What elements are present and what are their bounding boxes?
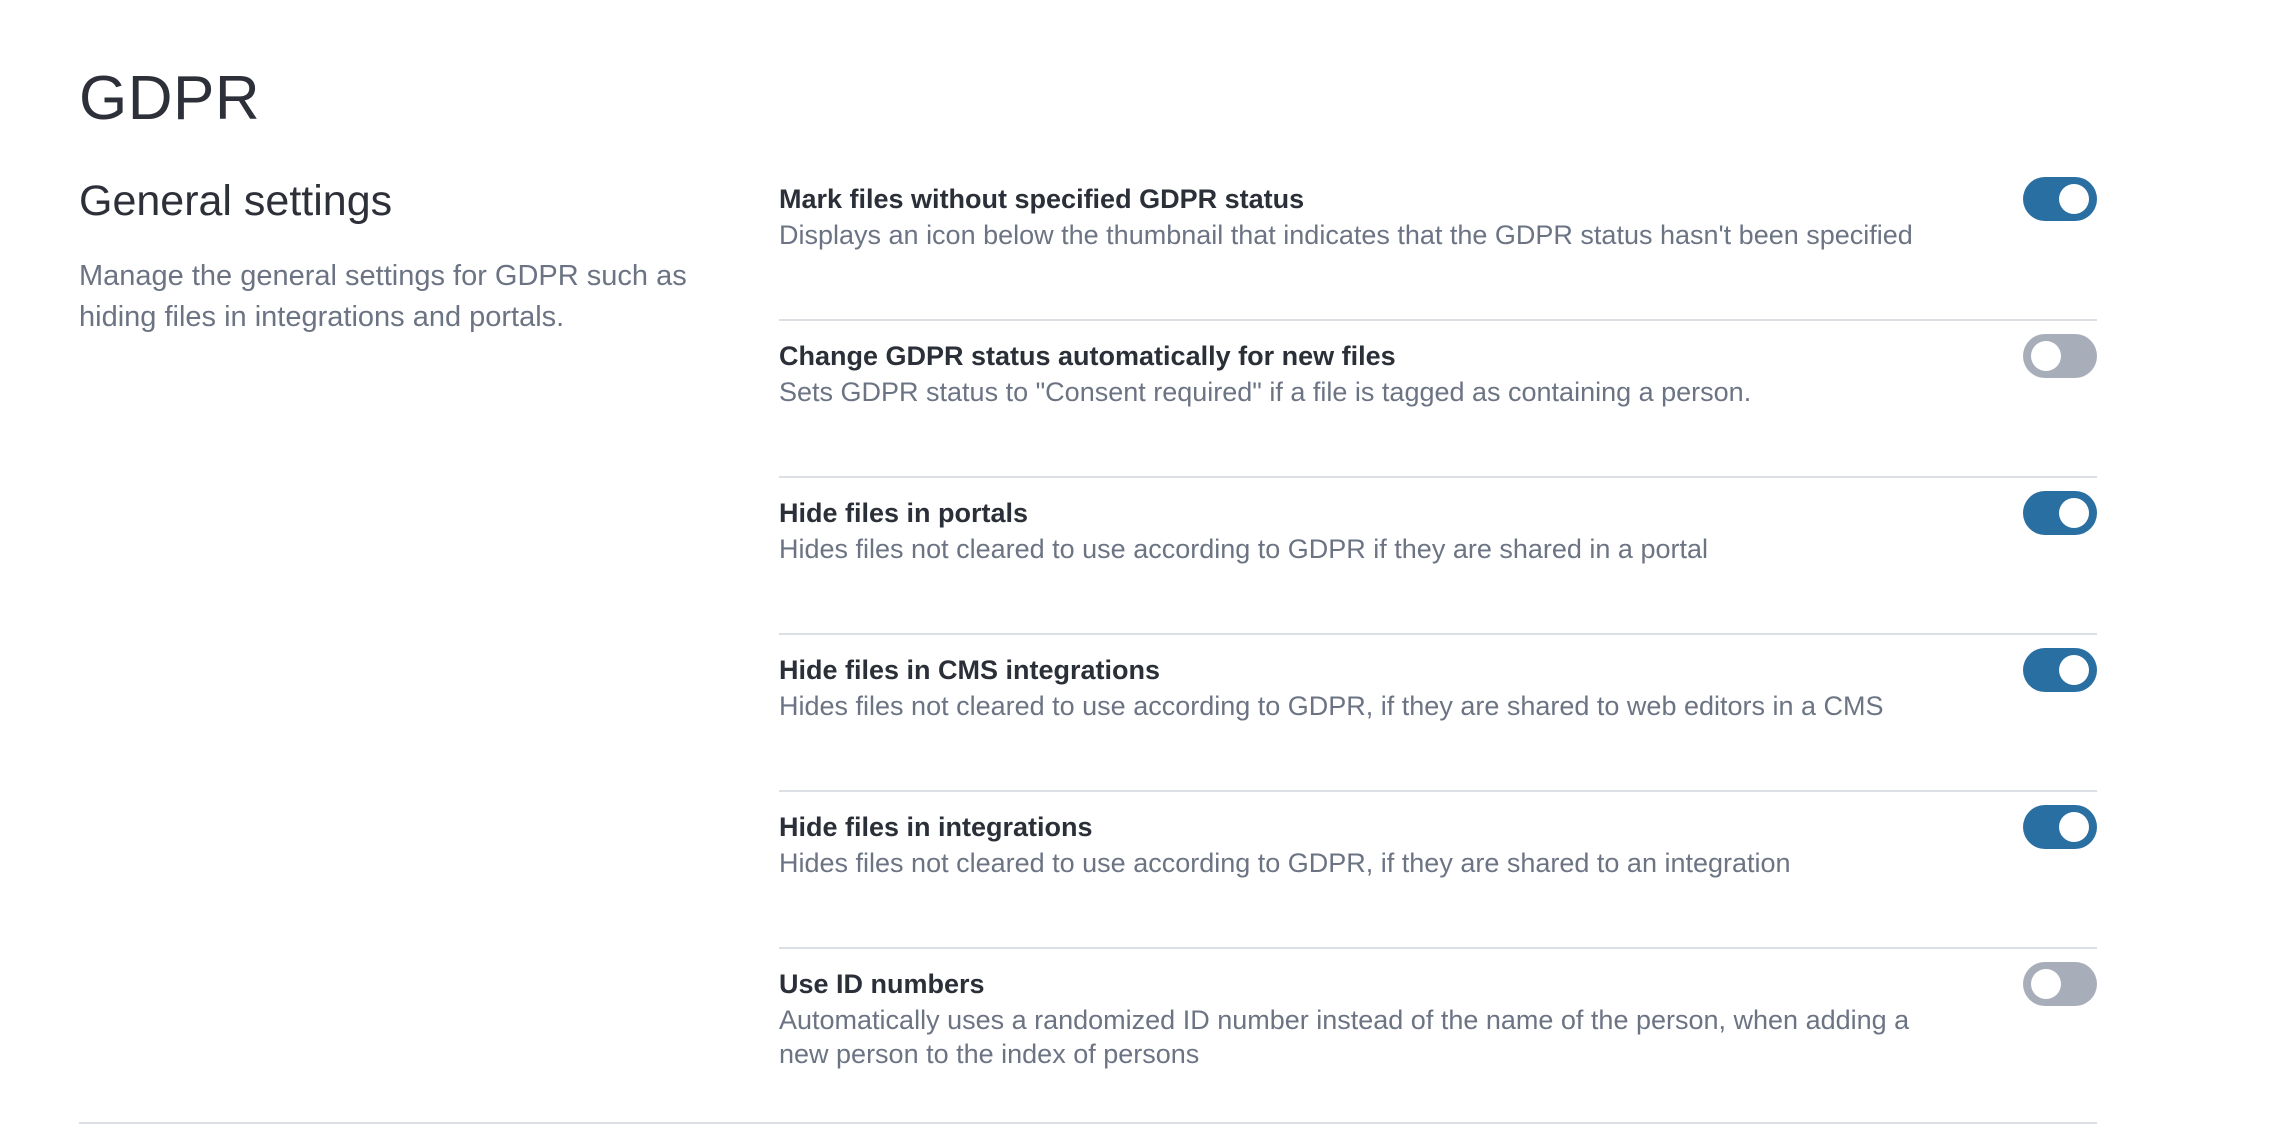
toggle-use-id-numbers[interactable] [2023, 962, 2097, 1006]
page-title: GDPR [79, 64, 261, 133]
toggle-knob [2031, 969, 2061, 999]
section-description: Manage the general settings for GDPR suc… [79, 259, 687, 333]
setting-label: Hide files in CMS integrations [779, 655, 1161, 685]
toggle-knob [2059, 498, 2089, 528]
setting-description: Hides files not cleared to use according… [779, 691, 1884, 721]
setting-description: Displays an icon below the thumbnail tha… [779, 220, 1913, 250]
bottom-divider [79, 1122, 2097, 1124]
toggle-hide-portals[interactable] [2023, 491, 2097, 535]
setting-row-hide-portals: Hide files in portals Hides files not cl… [779, 478, 2097, 635]
setting-row-use-id-numbers: Use ID numbers Automatically uses a rand… [779, 949, 2097, 1134]
toggle-knob [2059, 655, 2089, 685]
toggle-hide-integrations[interactable] [2023, 805, 2097, 849]
setting-description: Hides files not cleared to use according… [779, 848, 1791, 878]
general-settings-intro: General settings Manage the general sett… [79, 176, 719, 338]
toggle-mark-files[interactable] [2023, 177, 2097, 221]
toggle-knob [2059, 812, 2089, 842]
setting-label: Change GDPR status automatically for new… [779, 341, 1396, 371]
setting-description: Automatically uses a randomized ID numbe… [779, 1005, 1910, 1069]
toggle-knob [2031, 341, 2061, 371]
settings-list: Mark files without specified GDPR status… [779, 164, 2097, 1134]
toggle-hide-cms[interactable] [2023, 648, 2097, 692]
setting-row-hide-cms: Hide files in CMS integrations Hides fil… [779, 635, 2097, 792]
setting-description: Sets GDPR status to "Consent required" i… [779, 377, 1752, 407]
section-title: General settings [79, 177, 393, 225]
setting-row-mark-files: Mark files without specified GDPR status… [779, 164, 2097, 321]
setting-row-hide-integrations: Hide files in integrations Hides files n… [779, 792, 2097, 949]
toggle-knob [2059, 184, 2089, 214]
setting-description: Hides files not cleared to use according… [779, 534, 1708, 564]
setting-label: Mark files without specified GDPR status [779, 184, 1305, 214]
toggle-change-status[interactable] [2023, 334, 2097, 378]
setting-label: Hide files in portals [779, 498, 1029, 528]
setting-label: Hide files in integrations [779, 812, 1093, 842]
setting-row-change-status: Change GDPR status automatically for new… [779, 321, 2097, 478]
setting-label: Use ID numbers [779, 969, 985, 999]
